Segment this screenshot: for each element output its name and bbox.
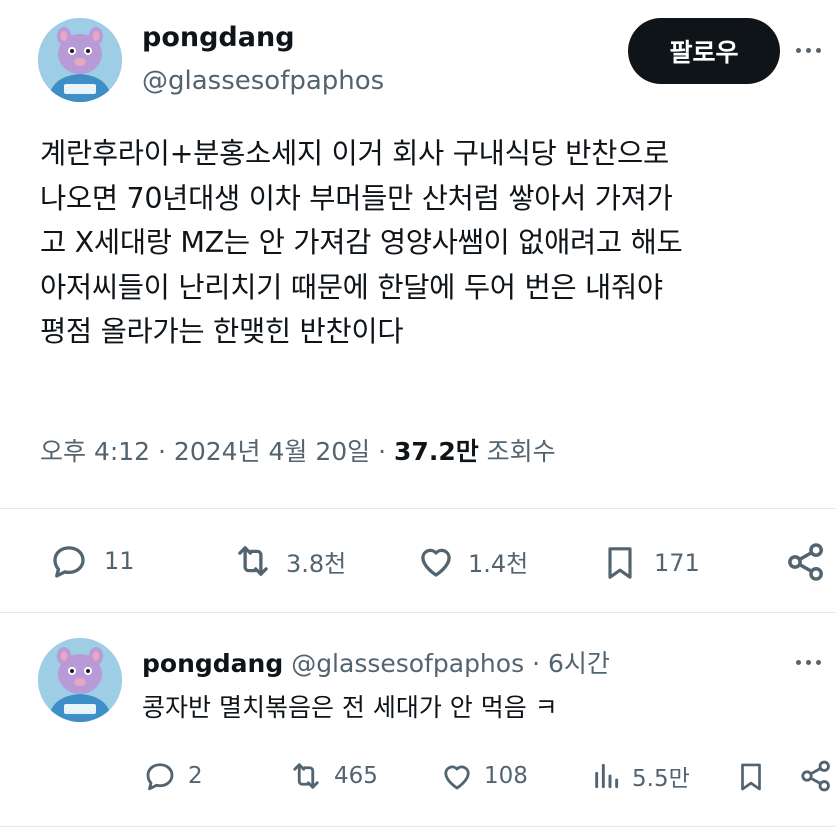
reply-reply-button[interactable]: 2 [142, 758, 203, 794]
tweet-text-line: 평점 올라가는 한맺힌 반찬이다 [40, 315, 404, 348]
cartoon-avatar-icon [38, 18, 122, 102]
reply-reply-count: 2 [188, 763, 203, 789]
share-button[interactable] [784, 540, 828, 584]
tweet-timestamp[interactable]: 오후 4:12 · 2024년 4월 20일 [40, 437, 370, 466]
divider [0, 826, 835, 827]
tweet-text-line: 아저씨들이 난리치기 때문에 한달에 두어 번은 내줘야 [40, 270, 663, 304]
reply-share-button[interactable] [798, 758, 834, 794]
tweet-text-line: 나오면 70년대생 이차 부머들만 산처럼 쌓아서 가져가 [40, 181, 673, 215]
reply-author-avatar[interactable] [38, 638, 122, 722]
reply-like-button[interactable]: 108 [438, 758, 528, 794]
views-count: 37.2만 [394, 437, 479, 466]
bookmark-icon [741, 763, 761, 791]
cartoon-avatar-icon [38, 638, 122, 722]
reply-views-count: 5.5만 [632, 766, 690, 792]
share-icon [788, 543, 823, 581]
reply-like-count: 108 [484, 763, 528, 789]
heart-icon [421, 548, 451, 577]
reply-views-button[interactable]: 5.5만 [590, 758, 690, 794]
tweet-text-line: 계란후라이+분홍소세지 이거 회사 구내식당 반찬으로 [40, 137, 669, 170]
retweet-count: 3.8천 [286, 549, 347, 578]
reply-author-display-name[interactable]: pongdang [142, 649, 283, 678]
tweet-text: 계란후라이+분홍소세지 이거 회사 구내식당 반찬으로 나오면 70년대생 이차… [40, 132, 830, 355]
header-separator: · [532, 649, 548, 678]
tweet-text-line: 고 X세대랑 MZ는 안 가져감 영양사쌤이 없애려고 해도 [40, 226, 683, 259]
reply-header: pongdang @glassesofpaphos · 6시간 [142, 644, 610, 680]
retweet-icon [293, 763, 319, 789]
tweet-meta: 오후 4:12 · 2024년 4월 20일 · 37.2만 조회수 [40, 432, 556, 468]
retweet-button[interactable]: 3.8천 [230, 540, 346, 582]
like-count: 1.4천 [468, 549, 529, 578]
bookmark-count: 171 [654, 549, 700, 577]
views-chart-icon [595, 763, 619, 789]
meta-separator: · [378, 437, 395, 466]
share-icon [801, 760, 830, 792]
reply-icon [53, 546, 85, 578]
divider [0, 508, 835, 509]
reply-more-dots-icon[interactable] [796, 660, 821, 665]
reply-retweet-count: 465 [334, 763, 378, 789]
views-label: 조회수 [486, 437, 556, 466]
like-button[interactable]: 1.4천 [414, 540, 528, 582]
retweet-icon [238, 546, 268, 576]
bookmark-button[interactable]: 171 [600, 540, 700, 586]
reply-retweet-button[interactable]: 465 [286, 758, 378, 794]
more-dots-icon[interactable] [796, 48, 821, 53]
author-avatar[interactable] [38, 18, 122, 102]
follow-button[interactable]: 팔로우 [628, 18, 780, 84]
reply-author-handle[interactable]: @glassesofpaphos [291, 649, 524, 678]
author-display-name[interactable]: pongdang [142, 22, 295, 53]
divider [0, 612, 835, 613]
author-handle[interactable]: @glassesofpaphos [142, 66, 384, 96]
reply-button[interactable]: 11 [48, 540, 135, 582]
reply-text: 콩자반 멸치볶음은 전 세대가 안 먹음 ㅋ [142, 693, 558, 722]
reply-bookmark-button[interactable] [734, 758, 768, 796]
heart-icon [444, 765, 470, 790]
reply-count: 11 [104, 547, 135, 575]
reply-icon [146, 763, 174, 791]
bookmark-icon [608, 547, 632, 579]
reply-time[interactable]: 6시간 [548, 649, 610, 678]
